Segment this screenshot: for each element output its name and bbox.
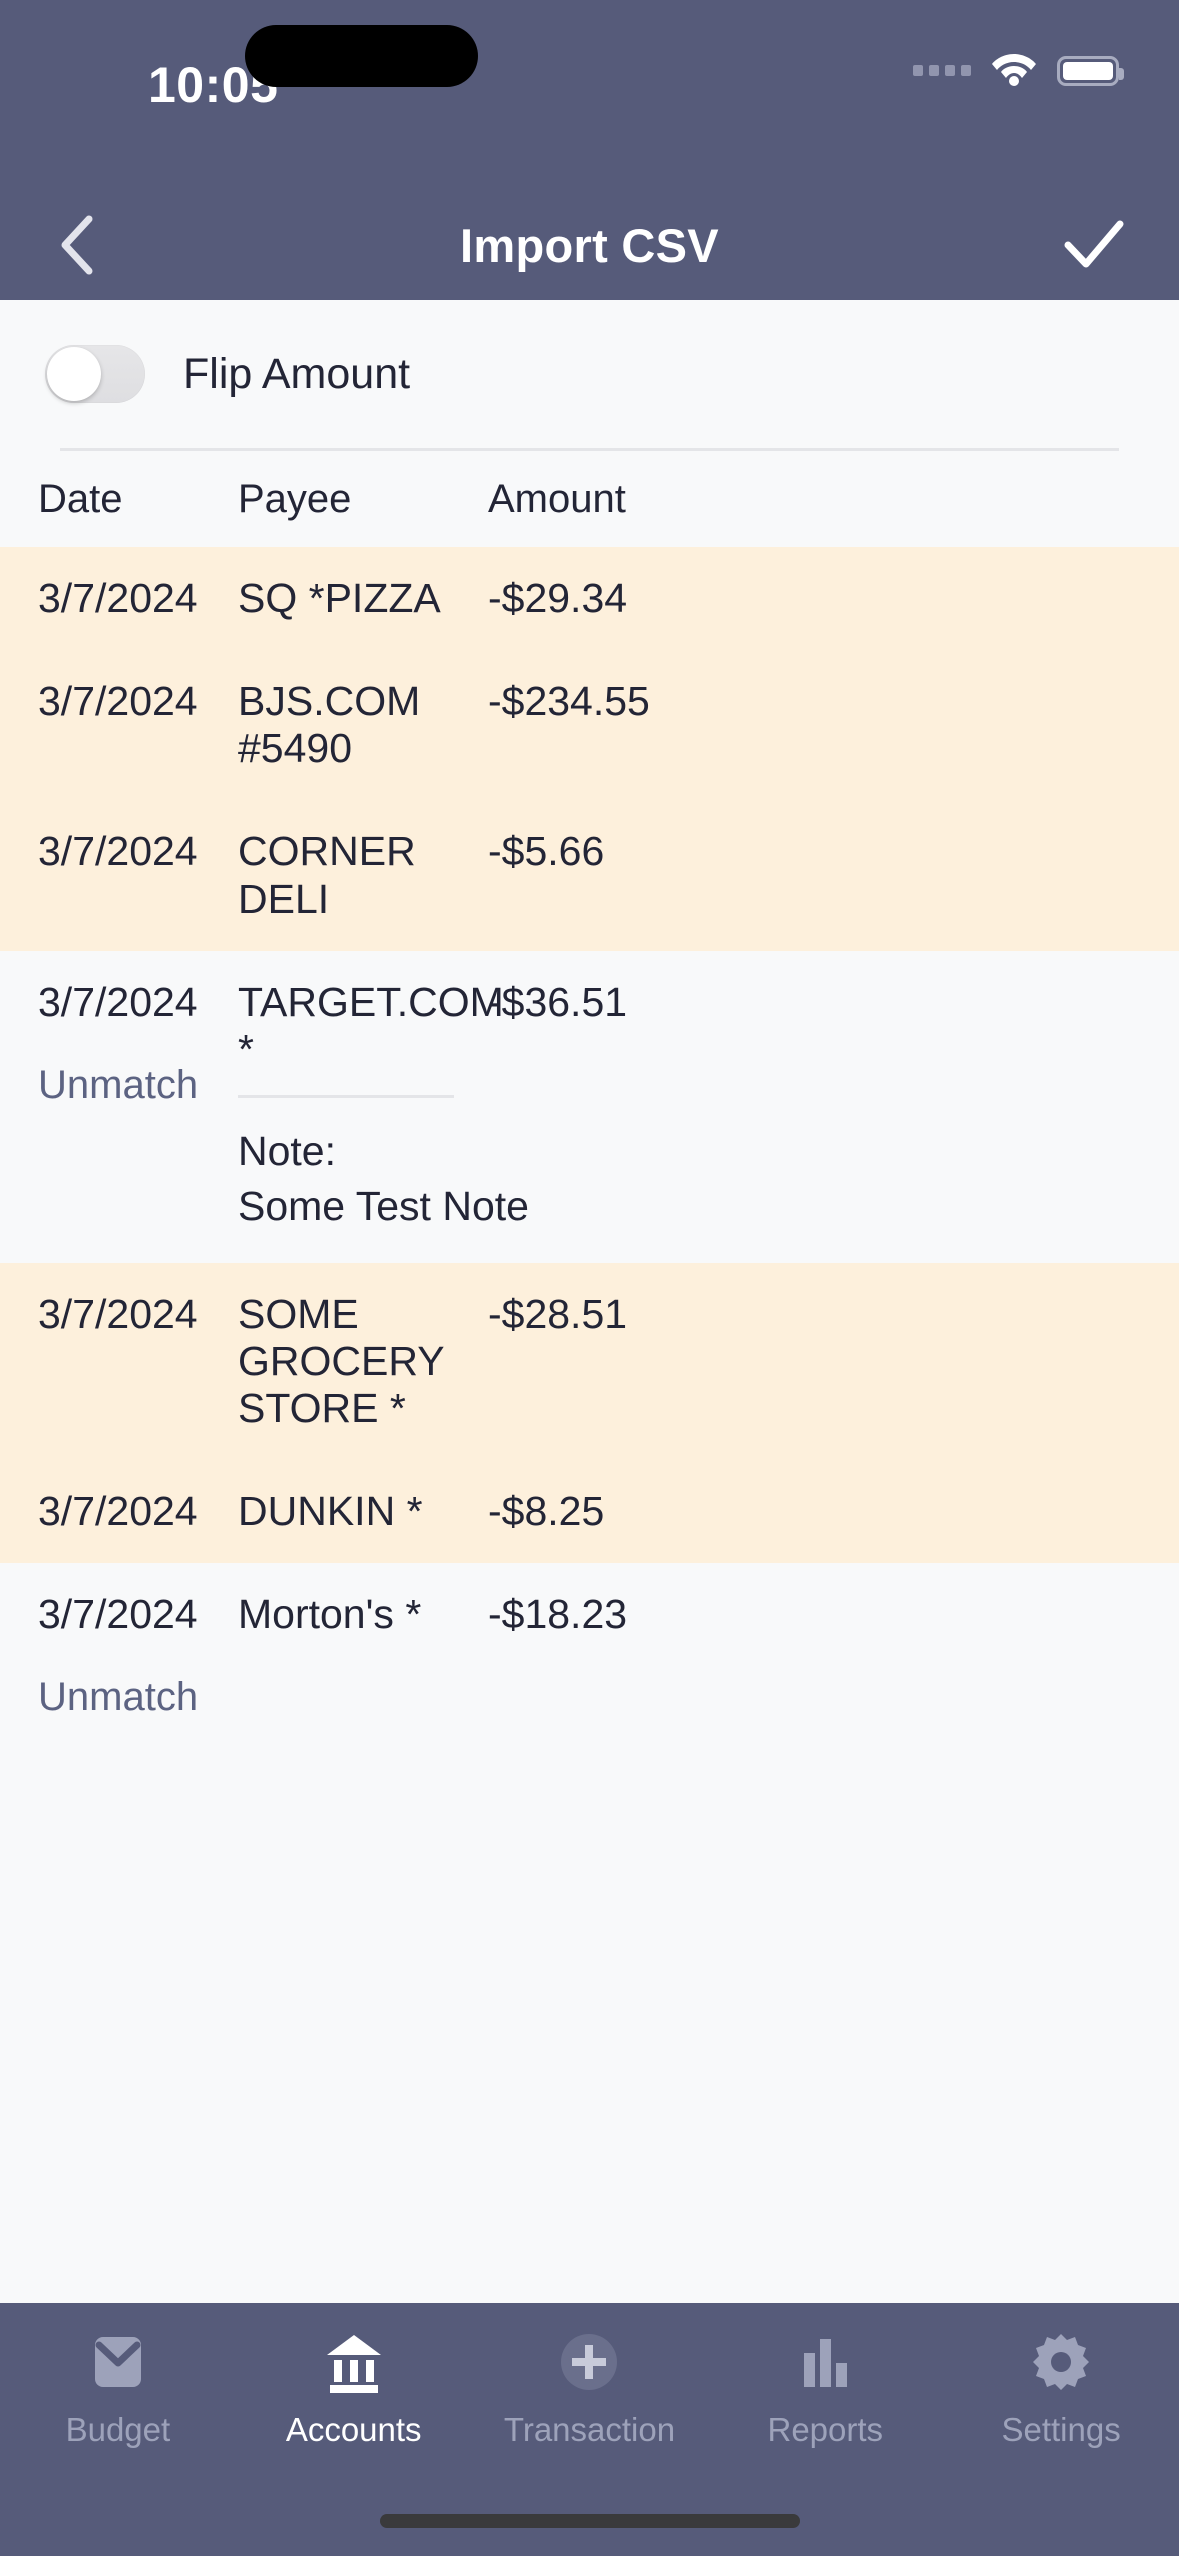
cell-payee-value: SQ *PIZZA <box>238 575 441 621</box>
cell-payee: TARGET.COM * Note: Some Test Note <box>238 978 529 1235</box>
home-indicator <box>379 2514 800 2528</box>
back-button[interactable] <box>22 190 132 300</box>
envelope-icon <box>85 2325 151 2399</box>
bank-icon <box>321 2325 387 2399</box>
tab-label-reports: Reports <box>767 2411 884 2448</box>
cell-date-value: 3/7/2024 <box>38 828 198 875</box>
cell-date-value: 3/7/2024 <box>38 1488 198 1535</box>
chevron-left-icon <box>61 215 93 275</box>
unmatch-link[interactable]: Unmatch <box>38 1674 226 1720</box>
cell-amount: -$29.34 <box>488 575 628 621</box>
dynamic-island <box>245 25 478 87</box>
battery-icon <box>1057 55 1124 86</box>
cell-payee-value: BJS.COM #5490 <box>238 678 421 772</box>
confirm-button[interactable] <box>1039 190 1149 300</box>
tab-budget[interactable]: Budget <box>28 2325 208 2449</box>
tab-label-budget: Budget <box>65 2411 171 2448</box>
status-icons <box>913 50 1124 91</box>
column-header-amount: Amount <box>488 476 626 521</box>
tab-settings[interactable]: Settings <box>971 2325 1151 2449</box>
tab-label-transaction: Transaction <box>503 2411 676 2448</box>
cell-payee-value: TARGET.COM * <box>238 978 504 1072</box>
cell-payee-value: DUNKIN * <box>238 1488 423 1535</box>
flip-amount-row: Flip Amount <box>0 300 1179 448</box>
tab-label-accounts: Accounts <box>285 2411 422 2448</box>
column-header-date: Date <box>38 476 123 521</box>
cell-payee: DUNKIN * <box>238 1488 488 1535</box>
cell-payee-value: SOME GROCERY STORE * <box>238 1290 444 1431</box>
wifi-icon <box>991 50 1037 91</box>
signal-dots-icon <box>913 65 971 76</box>
cell-amount: -$8.25 <box>488 1488 605 1535</box>
flip-amount-toggle[interactable] <box>45 345 145 403</box>
app-screen: 10:05 Import CSV Flip Amount Date Payee … <box>0 0 1179 2556</box>
cell-payee: CORNER DELI <box>238 828 488 922</box>
tab-reports[interactable]: Reports <box>735 2325 915 2449</box>
checkmark-icon <box>1064 220 1124 268</box>
cell-date-value: 3/7/2024 <box>38 575 198 621</box>
nav-bar: Import CSV <box>0 190 1179 300</box>
cell-date: 3/7/2024 <box>38 575 238 622</box>
note-block: Note: Some Test Note <box>238 1124 529 1235</box>
cell-date-value: 3/7/2024 <box>38 1591 198 1638</box>
cell-payee-value: CORNER DELI <box>238 828 416 922</box>
note-value: Some Test Note <box>238 1183 529 1230</box>
table-row[interactable]: 3/7/2024 BJS.COM #5490 -$234.55 <box>0 650 1179 801</box>
cell-amount: -$18.23 <box>488 1591 628 1638</box>
cell-date: 3/7/2024 <box>38 828 238 875</box>
flip-amount-label: Flip Amount <box>183 349 411 398</box>
cell-date: 3/7/2024 Unmatch <box>38 1591 238 1720</box>
transaction-list: 3/7/2024 SQ *PIZZA -$29.34 3/7/2024 BJS.COM … <box>0 547 1179 1749</box>
cell-amount: -$234.55 <box>488 678 650 725</box>
cell-date: 3/7/2024 <box>38 678 238 725</box>
tab-bar: Budget Accounts Transaction Reports Sett… <box>0 2303 1179 2556</box>
tab-label-settings: Settings <box>1001 2411 1121 2448</box>
bar-chart-icon <box>792 2325 858 2399</box>
cell-payee-value: Morton's * <box>238 1591 422 1638</box>
cell-date-value: 3/7/2024 <box>38 678 198 725</box>
cell-date-value: 3/7/2024 <box>38 978 198 1025</box>
cell-payee: Morton's * <box>238 1591 488 1638</box>
gear-icon <box>1028 2325 1094 2399</box>
table-header: Date Payee Amount <box>0 451 1179 547</box>
main-content: Flip Amount Date Payee Amount 3/7/2024 SQ… <box>0 300 1179 2303</box>
toggle-knob <box>47 347 101 401</box>
table-row[interactable]: 3/7/2024 SQ *PIZZA -$29.34 <box>0 547 1179 651</box>
table-row[interactable]: 3/7/2024 Unmatch Morton's * -$18.23 <box>0 1563 1179 1749</box>
cell-date: 3/7/2024 <box>38 1488 238 1535</box>
status-bar: 10:05 <box>0 0 1179 190</box>
column-header-payee: Payee <box>238 476 352 521</box>
cell-amount: -$28.51 <box>488 1290 628 1337</box>
note-separator <box>238 1094 454 1098</box>
table-row[interactable]: 3/7/2024 CORNER DELI -$5.66 <box>0 800 1179 951</box>
table-row[interactable]: 3/7/2024 DUNKIN * -$8.25 <box>0 1460 1179 1564</box>
cell-payee: SQ *PIZZA <box>238 575 488 622</box>
cell-date: 3/7/2024 <box>38 1291 238 1338</box>
unmatch-link[interactable]: Unmatch <box>38 1062 226 1108</box>
page-title: Import CSV <box>460 218 719 272</box>
cell-date: 3/7/2024 Unmatch <box>38 979 238 1108</box>
cell-payee: BJS.COM #5490 <box>238 678 488 772</box>
table-row[interactable]: 3/7/2024 Unmatch TARGET.COM * Note: Some Tes… <box>0 950 1179 1263</box>
plus-circle-icon <box>556 2325 622 2399</box>
tab-transaction[interactable]: Transaction <box>499 2325 679 2449</box>
tab-accounts[interactable]: Accounts <box>264 2325 444 2449</box>
cell-date-value: 3/7/2024 <box>38 1290 198 1337</box>
table-row[interactable]: 3/7/2024 SOME GROCERY STORE * -$28.51 <box>0 1262 1179 1461</box>
cell-amount: -$36.51 <box>488 978 628 1025</box>
note-label: Note: <box>238 1127 336 1174</box>
cell-payee: SOME GROCERY STORE * <box>238 1291 488 1432</box>
cell-amount: -$5.66 <box>488 828 605 875</box>
